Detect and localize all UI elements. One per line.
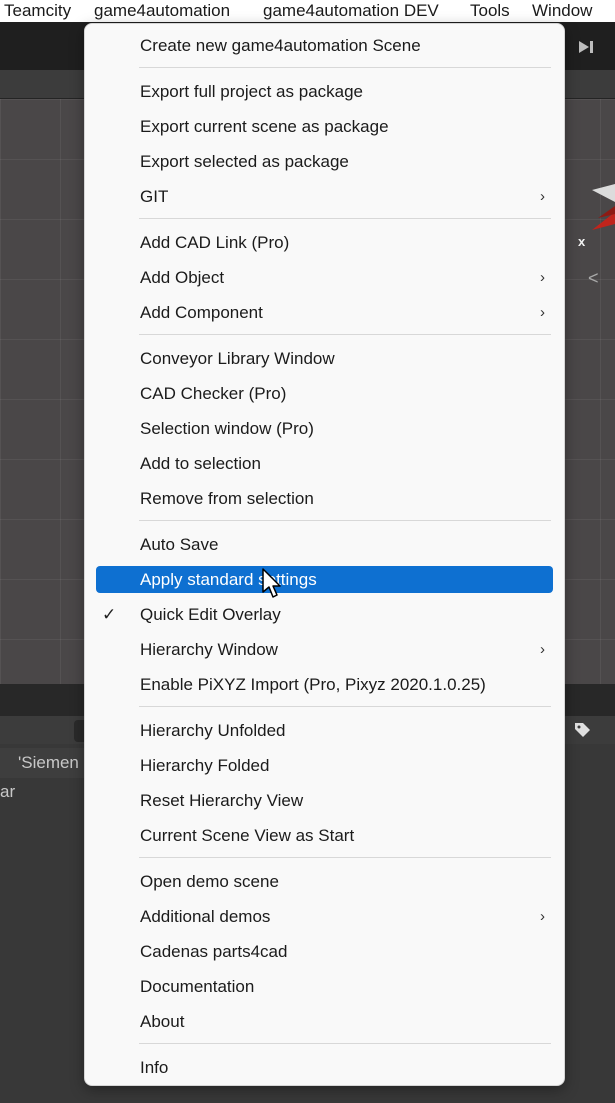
menu-item-label: Export selected as package	[140, 152, 349, 171]
submenu-chevron-icon: ›	[540, 188, 545, 205]
axis-x-label: x	[578, 234, 586, 249]
menu-item-create-scene[interactable]: Create new game4automation Scene	[96, 32, 553, 59]
menu-item-export-current-scene[interactable]: Export current scene as package	[96, 113, 553, 140]
menu-separator	[139, 520, 551, 521]
tag-icon	[575, 723, 590, 737]
submenu-chevron-icon: ›	[540, 908, 545, 925]
menu-item-label: Open demo scene	[140, 872, 279, 891]
menu-item-label: Add Object	[140, 268, 225, 287]
menu-item-label: Hierarchy Window	[140, 640, 278, 659]
game4automation-menu: Create new game4automation Scene Export f…	[84, 23, 565, 1086]
menu-item-cad-checker[interactable]: CAD Checker (Pro)	[96, 380, 553, 407]
menubar-item-tools[interactable]: Tools	[470, 0, 510, 22]
menu-item-label: Info	[140, 1058, 169, 1077]
menu-item-label: Documentation	[140, 977, 255, 996]
menu-separator	[139, 67, 551, 68]
menu-item-label: Add CAD Link (Pro)	[140, 233, 290, 252]
menu-item-label: Selection window (Pro)	[140, 419, 314, 438]
menu-item-hierarchy-unfolded[interactable]: Hierarchy Unfolded	[96, 717, 553, 744]
perspective-label: <	[588, 268, 599, 288]
menu-item-label: About	[140, 1012, 185, 1031]
menu-item-add-component[interactable]: Add Component ›	[96, 299, 553, 326]
menu-item-label: Additional demos	[140, 907, 271, 926]
menu-separator	[139, 1043, 551, 1044]
step-forward-icon	[579, 41, 593, 53]
menu-item-info[interactable]: Info	[96, 1054, 553, 1081]
menu-item-apply-standard-settings[interactable]: Apply standard settings	[96, 566, 553, 593]
menubar-item-teamcity[interactable]: Teamcity	[4, 0, 71, 22]
menu-item-label: Conveyor Library Window	[140, 349, 335, 368]
menu-item-auto-save[interactable]: Auto Save	[96, 531, 553, 558]
menu-item-add-object[interactable]: Add Object ›	[96, 264, 553, 291]
menu-item-label: Hierarchy Folded	[140, 756, 270, 775]
menu-separator	[139, 334, 551, 335]
checkmark-icon: ✓	[102, 605, 117, 624]
menu-item-open-demo-scene[interactable]: Open demo scene	[96, 868, 553, 895]
menu-item-export-full-project[interactable]: Export full project as package	[96, 78, 553, 105]
menu-item-label: Current Scene View as Start	[140, 826, 355, 845]
tag-button[interactable]	[572, 720, 592, 740]
menu-separator	[139, 857, 551, 858]
menu-item-label: Enable PiXYZ Import (Pro, Pixyz 2020.1.0…	[140, 675, 486, 694]
menu-item-additional-demos[interactable]: Additional demos ›	[96, 903, 553, 930]
menu-item-label: Hierarchy Unfolded	[140, 721, 286, 740]
submenu-chevron-icon: ›	[540, 304, 545, 321]
menubar-item-window[interactable]: Window	[532, 0, 592, 22]
menubar: Teamcity game4automation game4automation…	[0, 0, 615, 22]
menu-separator	[139, 218, 551, 219]
menu-item-add-to-selection[interactable]: Add to selection	[96, 450, 553, 477]
menu-item-export-selected[interactable]: Export selected as package	[96, 148, 553, 175]
hierarchy-row[interactable]: ar	[0, 782, 15, 802]
menu-item-about[interactable]: About	[96, 1008, 553, 1035]
mouse-cursor-icon	[262, 568, 281, 598]
menu-item-conveyor-library[interactable]: Conveyor Library Window	[96, 345, 553, 372]
menu-item-label: Create new game4automation Scene	[140, 36, 421, 55]
submenu-chevron-icon: ›	[540, 269, 545, 286]
menubar-item-game4automation[interactable]: game4automation	[94, 0, 230, 22]
menu-item-selection-window[interactable]: Selection window (Pro)	[96, 415, 553, 442]
menu-item-label: Add Component	[140, 303, 263, 322]
menu-item-label: Apply standard settings	[140, 570, 317, 589]
menu-item-label: GIT	[140, 187, 169, 206]
step-forward-button[interactable]	[566, 32, 606, 62]
menu-item-hierarchy-window[interactable]: Hierarchy Window ›	[96, 636, 553, 663]
menu-item-remove-from-selection[interactable]: Remove from selection	[96, 485, 553, 512]
menu-item-label: Cadenas parts4cad	[140, 942, 288, 961]
menu-item-hierarchy-folded[interactable]: Hierarchy Folded	[96, 752, 553, 779]
menu-item-current-scene-view-as-start[interactable]: Current Scene View as Start	[96, 822, 553, 849]
menu-item-enable-pixyz-import[interactable]: Enable PiXYZ Import (Pro, Pixyz 2020.1.0…	[96, 671, 553, 698]
menu-item-label: Export full project as package	[140, 82, 364, 101]
menu-item-label: CAD Checker (Pro)	[140, 384, 287, 403]
menu-item-label: Reset Hierarchy View	[140, 791, 304, 810]
menu-item-label: Auto Save	[140, 535, 219, 554]
menu-item-label: Add to selection	[140, 454, 261, 473]
menu-item-quick-edit-overlay[interactable]: ✓ Quick Edit Overlay	[96, 601, 553, 628]
menu-item-label: Export current scene as package	[140, 117, 389, 136]
menu-item-reset-hierarchy-view[interactable]: Reset Hierarchy View	[96, 787, 553, 814]
submenu-chevron-icon: ›	[540, 641, 545, 658]
menu-item-add-cad-link[interactable]: Add CAD Link (Pro)	[96, 229, 553, 256]
menu-item-cadenas-parts4cad[interactable]: Cadenas parts4cad	[96, 938, 553, 965]
menu-item-git[interactable]: GIT ›	[96, 183, 553, 210]
menu-item-documentation[interactable]: Documentation	[96, 973, 553, 1000]
menu-separator	[139, 706, 551, 707]
menubar-item-game4automation-dev[interactable]: game4automation DEV	[263, 0, 439, 22]
menu-item-label: Remove from selection	[140, 489, 314, 508]
menu-item-label: Quick Edit Overlay	[140, 605, 281, 624]
